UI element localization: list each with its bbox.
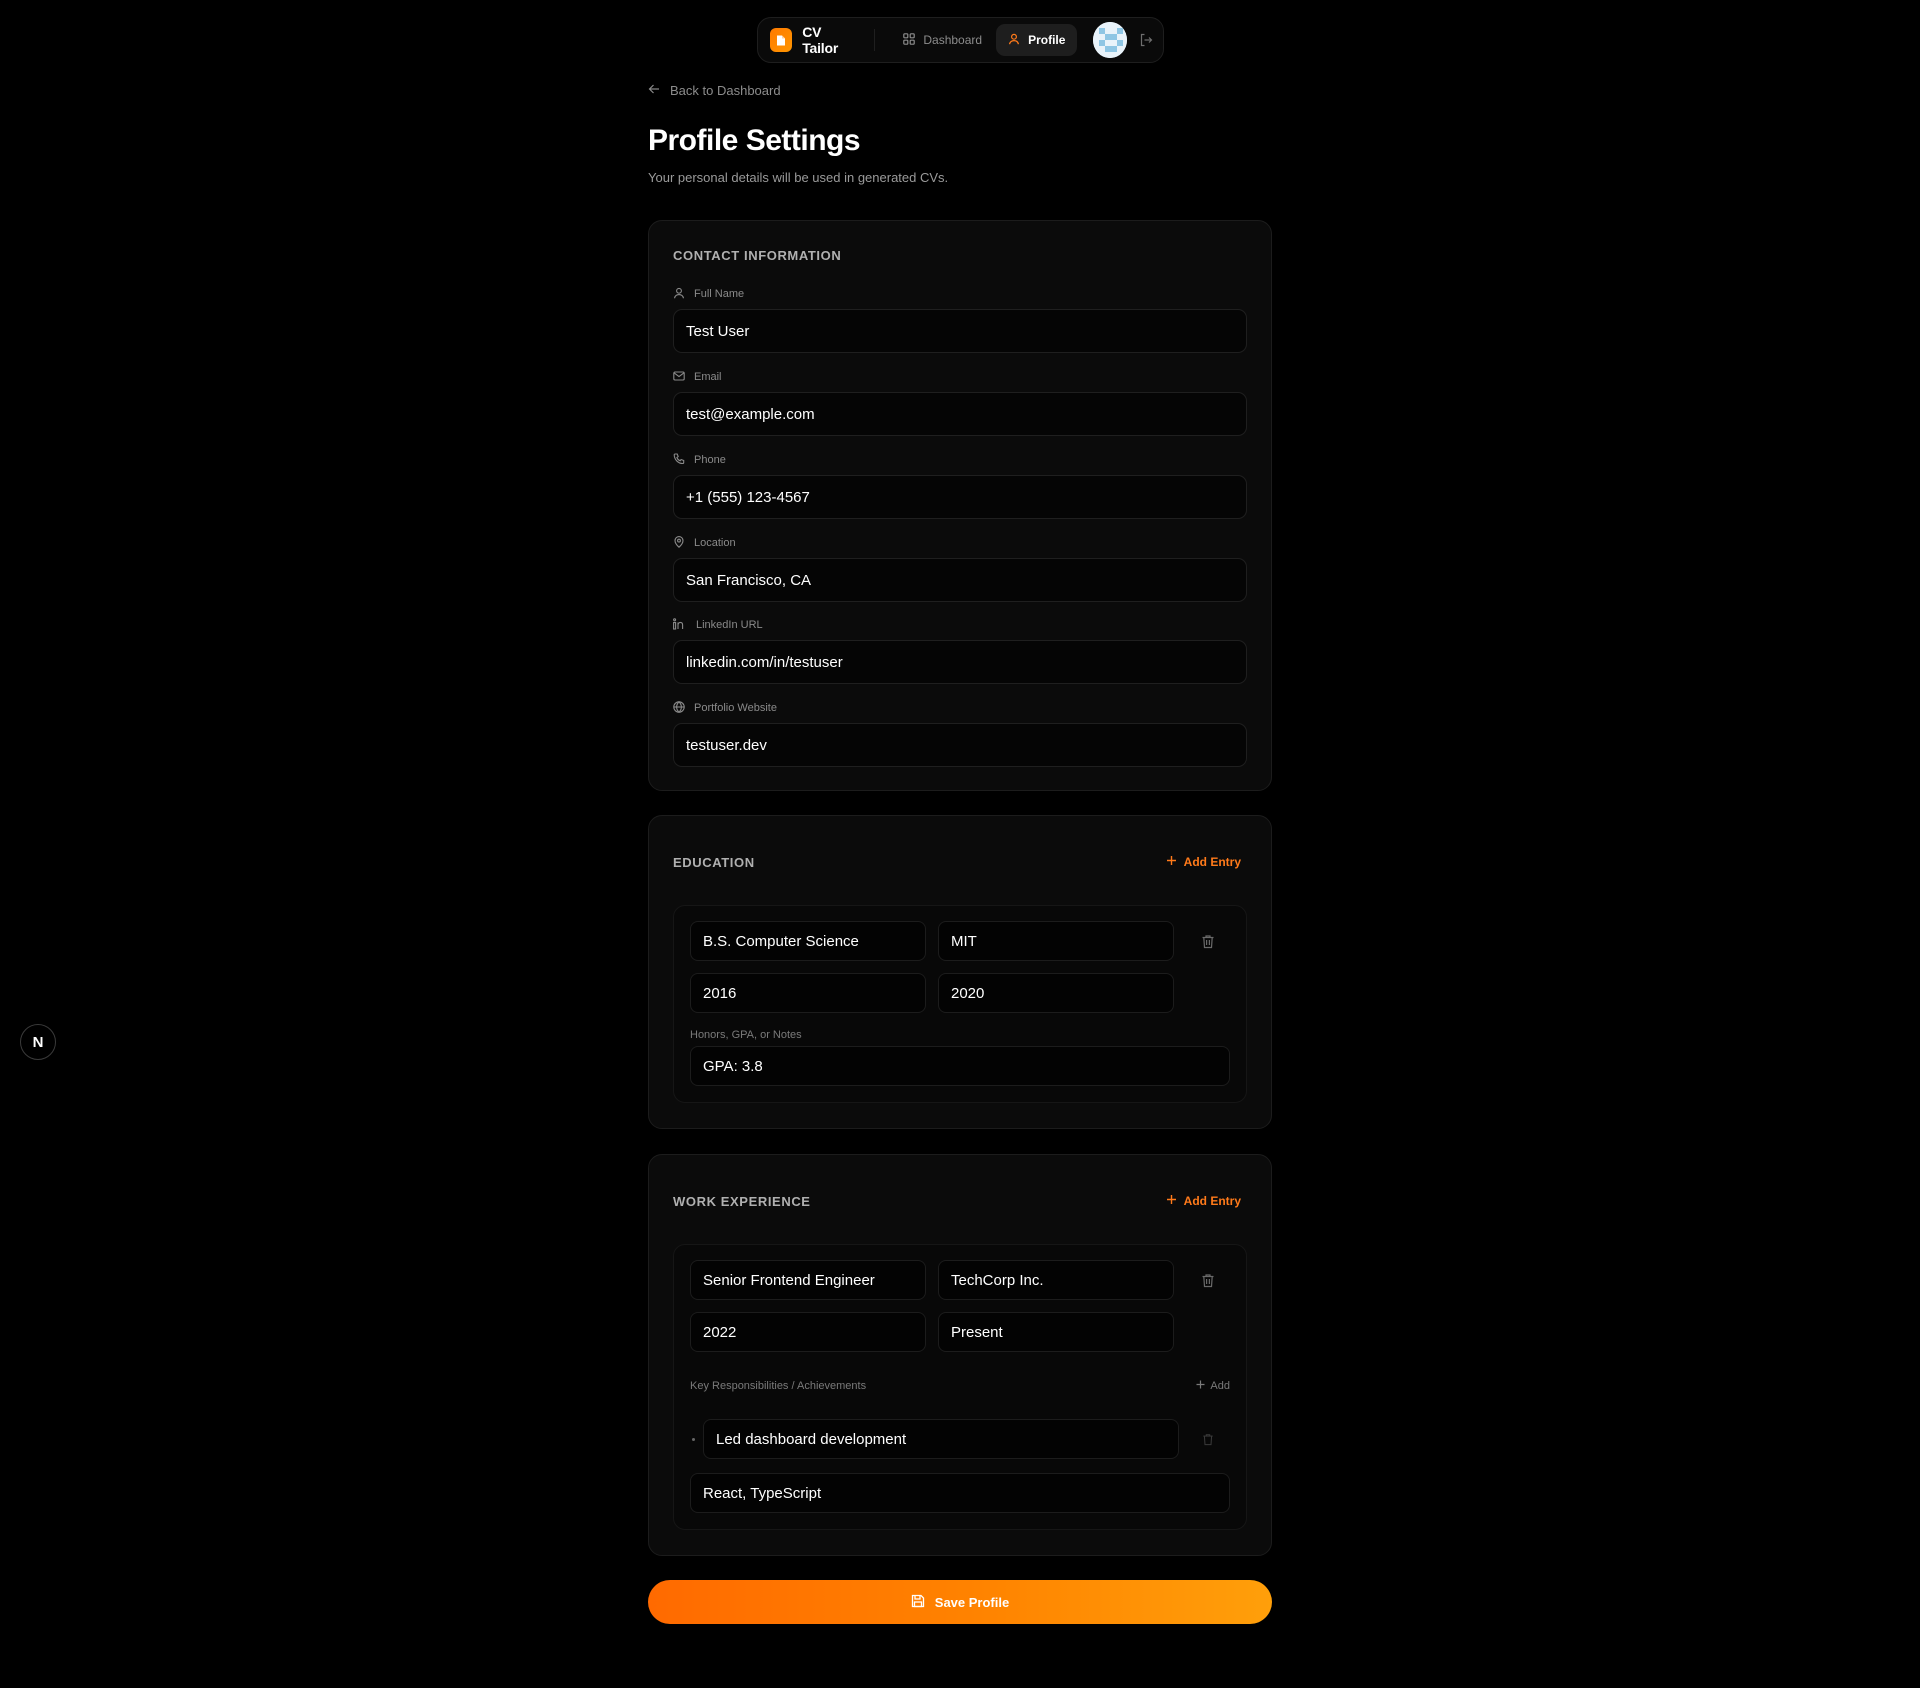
linkedin-label-text: LinkedIn URL — [696, 619, 763, 631]
email-label-text: Email — [694, 371, 722, 383]
add-responsibility-button[interactable]: Add — [1196, 1380, 1230, 1392]
nav-divider — [874, 29, 876, 51]
skills-input[interactable]: React, TypeScript — [690, 1473, 1230, 1513]
education-entry: B.S. Computer Science MIT 2016 2020 Hono… — [673, 905, 1247, 1103]
brand-name: CV Tailor — [802, 24, 839, 56]
floating-n-button[interactable]: N — [20, 1024, 56, 1060]
email-label: Email — [673, 370, 722, 384]
page-subtitle: Your personal details will be used in ge… — [648, 170, 949, 185]
email-field[interactable]: test@example.com — [673, 392, 1247, 436]
work-entry: Senior Frontend Engineer TechCorp Inc. 2… — [673, 1244, 1247, 1530]
full-name-label: Full Name — [673, 287, 744, 301]
page-title: Profile Settings — [648, 124, 861, 157]
portfolio-field[interactable]: testuser.dev — [673, 723, 1247, 767]
nav-link-dashboard[interactable]: Dashboard — [891, 24, 994, 56]
logout-icon[interactable] — [1139, 33, 1153, 47]
globe-icon — [673, 700, 685, 716]
save-icon — [911, 1594, 925, 1611]
degree-input[interactable]: B.S. Computer Science — [690, 921, 926, 961]
education-add-entry-button[interactable]: Add Entry — [1166, 855, 1241, 869]
company-input[interactable]: TechCorp Inc. — [938, 1260, 1174, 1300]
location-field[interactable]: San Francisco, CA — [673, 558, 1247, 602]
work-end-year-input[interactable]: Present — [938, 1312, 1174, 1352]
nav-link-dashboard-label: Dashboard — [923, 33, 983, 47]
linkedin-label: LinkedIn URL — [673, 617, 763, 633]
map-pin-icon — [673, 535, 685, 551]
education-notes-label: Honors, GPA, or Notes — [690, 1029, 802, 1041]
back-link-label: Back to Dashboard — [670, 82, 781, 98]
work-section-title: WORK EXPERIENCE — [673, 1194, 811, 1209]
grid-icon — [903, 32, 916, 48]
back-to-dashboard-link[interactable]: Back to Dashboard — [648, 81, 781, 99]
save-profile-label: Save Profile — [934, 1594, 1010, 1610]
nav-link-profile-label: Profile — [1028, 33, 1066, 47]
work-experience-card: WORK EXPERIENCE Add Entry Senior Fronten… — [648, 1154, 1272, 1556]
avatar[interactable] — [1093, 22, 1128, 58]
portfolio-label-text: Portfolio Website — [694, 702, 777, 714]
delete-work-trash-icon[interactable] — [1198, 1270, 1218, 1290]
education-add-entry-label: Add Entry — [1183, 855, 1241, 869]
plus-icon — [1166, 855, 1177, 869]
save-profile-button[interactable]: Save Profile — [648, 1580, 1272, 1624]
work-add-entry-label: Add Entry — [1183, 1194, 1241, 1208]
education-start-year-input[interactable]: 2016 — [690, 973, 926, 1013]
user-icon — [673, 287, 685, 302]
mail-icon — [673, 370, 685, 385]
plus-icon — [1166, 1194, 1177, 1208]
contact-section-title: CONTACT INFORMATION — [673, 248, 842, 263]
work-start-year-input[interactable]: 2022 — [690, 1312, 926, 1352]
brand[interactable]: CV Tailor — [768, 24, 856, 56]
education-end-year-input[interactable]: 2020 — [938, 973, 1174, 1013]
add-responsibility-label: Add — [1210, 1380, 1230, 1392]
linkedin-icon — [673, 617, 687, 633]
education-notes-input[interactable]: GPA: 3.8 — [690, 1046, 1230, 1086]
brand-logo-icon — [770, 28, 793, 52]
responsibilities-label: Key Responsibilities / Achievements — [690, 1380, 867, 1392]
responsibility-input[interactable]: Led dashboard development — [703, 1419, 1179, 1459]
full-name-input[interactable]: Test User — [673, 309, 1247, 353]
phone-label: Phone — [673, 452, 726, 468]
education-card: EDUCATION Add Entry B.S. Computer Scienc… — [648, 815, 1272, 1129]
linkedin-field[interactable]: linkedin.com/in/testuser — [673, 640, 1247, 684]
full-name-label-text: Full Name — [694, 288, 745, 300]
phone-field[interactable]: +1 (555) 123-4567 — [673, 475, 1247, 519]
job-title-input[interactable]: Senior Frontend Engineer — [690, 1260, 926, 1300]
portfolio-label: Portfolio Website — [673, 700, 777, 716]
delete-education-trash-icon[interactable] — [1198, 931, 1218, 951]
phone-label-text: Phone — [694, 454, 726, 466]
phone-icon — [673, 452, 685, 468]
work-add-entry-button[interactable]: Add Entry — [1166, 1194, 1241, 1208]
plus-icon — [1196, 1380, 1205, 1392]
location-label-text: Location — [694, 537, 736, 549]
location-label: Location — [673, 535, 736, 551]
user-icon — [1008, 33, 1020, 48]
arrow-left-icon — [648, 83, 660, 98]
school-input[interactable]: MIT — [938, 921, 1174, 961]
education-section-title: EDUCATION — [673, 855, 755, 870]
delete-responsibility-trash-icon[interactable] — [1198, 1429, 1218, 1449]
contact-card: CONTACT INFORMATION Full Name Test User … — [648, 220, 1272, 791]
nav-link-profile[interactable]: Profile — [996, 24, 1078, 56]
top-nav: CV Tailor Dashboard Profile — [757, 17, 1164, 63]
bullet-dot — [692, 1438, 695, 1441]
